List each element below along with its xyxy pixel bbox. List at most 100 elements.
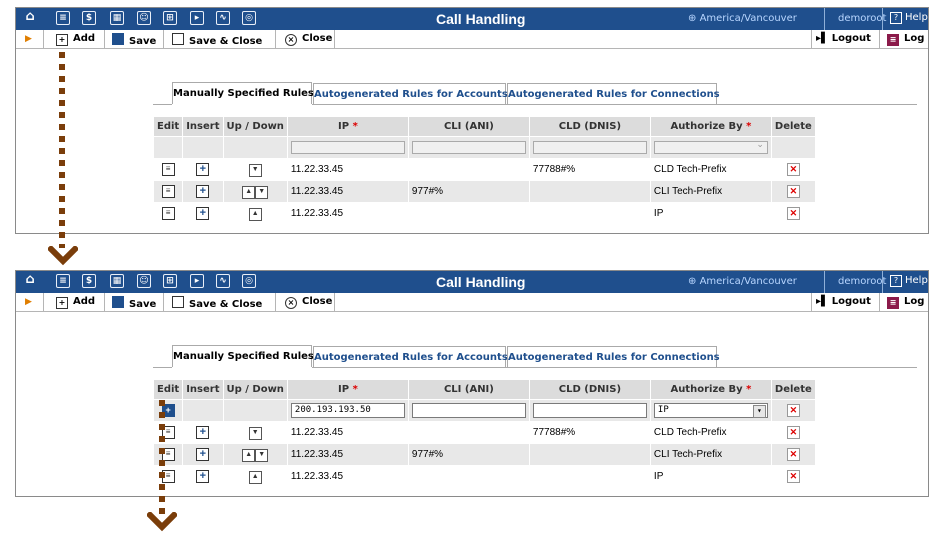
insert-icon[interactable]: + (196, 426, 210, 439)
save-button[interactable]: Save (112, 33, 156, 47)
insert-cell: + (182, 158, 224, 181)
delete-cell: ✕ (770, 158, 816, 181)
timezone-link[interactable]: ⊕ America/Vancouver (688, 13, 797, 24)
chart-icon[interactable]: ∿ (216, 274, 230, 288)
delete-icon[interactable]: ✕ (786, 426, 800, 439)
add-button[interactable]: + Add (56, 33, 95, 46)
save-close-button[interactable]: Save & Close (172, 296, 262, 310)
move-up-icon[interactable]: ▲ (242, 185, 256, 199)
logout-button[interactable]: ▸▌ Logout (816, 33, 871, 44)
log-button[interactable]: ≡ Log (887, 296, 924, 309)
timezone-link[interactable]: ⊕ America/Vancouver (688, 276, 797, 287)
tab-manual-rules[interactable]: Manually Specified Rules (172, 345, 314, 367)
toolbar-divider (275, 293, 276, 312)
insert-icon[interactable]: + (196, 163, 210, 176)
dollar-icon[interactable]: $ (82, 11, 96, 25)
delete-icon[interactable]: ✕ (786, 470, 800, 483)
authorize-select[interactable]: IP ▾ (653, 403, 768, 418)
grid-icon[interactable]: ▦ (110, 11, 124, 25)
cld-input[interactable] (532, 403, 647, 418)
ip-cell: 11.22.33.45 (286, 158, 409, 181)
tab-account-rules[interactable]: Autogenerated Rules for Accounts (313, 346, 508, 367)
list-icon[interactable]: ≡ (56, 11, 70, 25)
grid-icon[interactable]: ▦ (110, 274, 124, 288)
add-button[interactable]: + Add (56, 296, 95, 309)
cld-cell: 77788#% (528, 421, 651, 444)
insert-cell: + (182, 421, 224, 444)
move-up-icon[interactable]: ▲ (248, 470, 262, 484)
move-down-icon[interactable]: ▼ (248, 163, 262, 177)
save-close-button[interactable]: Save & Close (172, 33, 262, 47)
cld-cell (528, 443, 651, 466)
move-up-icon[interactable]: ▲ (242, 448, 256, 462)
insert-icon[interactable]: + (196, 470, 210, 483)
home-icon[interactable]: ⌂ (23, 10, 37, 25)
dollar-icon[interactable]: $ (82, 274, 96, 288)
save-button[interactable]: Save (112, 296, 156, 310)
delete-icon[interactable]: ✕ (786, 448, 800, 461)
close-button[interactable]: × Close (285, 33, 332, 46)
arrow-box-icon[interactable]: ▸ (190, 274, 204, 288)
topbar-divider (882, 8, 883, 30)
user-link[interactable]: demoroot (838, 13, 886, 24)
updown-cell: ▲ ▼ (222, 443, 288, 466)
move-down-icon[interactable]: ▼ (248, 426, 262, 440)
logout-icon: ▸▌ (816, 33, 829, 44)
help-link[interactable]: ? Help (890, 12, 928, 24)
log-icon: ≡ (887, 297, 899, 309)
ip-input[interactable]: 200.193.193.50 (290, 403, 405, 418)
auth-select-cell: IP ▾ (649, 399, 772, 422)
move-down-icon[interactable]: ▼ (255, 448, 269, 462)
help-link[interactable]: ? Help (890, 275, 928, 287)
tab-connection-rules[interactable]: Autogenerated Rules for Connections (507, 346, 720, 367)
delete-icon[interactable]: ✕ (786, 163, 800, 176)
insert-cell: + (182, 180, 224, 203)
insert-icon[interactable]: + (196, 185, 210, 198)
cli-cell (407, 158, 530, 181)
router-icon[interactable]: ⊞ (163, 274, 177, 288)
ip-column-header: IP * (286, 379, 409, 400)
person-icon[interactable]: ☺ (137, 274, 151, 288)
delete-icon[interactable]: ✕ (786, 404, 800, 417)
arrow-head-down-icon (48, 246, 78, 266)
edit-cell: ≡ (152, 443, 184, 466)
tab-underline (153, 367, 172, 368)
edit-icon[interactable]: ≡ (161, 185, 175, 198)
edit-cell: ≡ (152, 180, 184, 203)
cli-input[interactable] (411, 403, 526, 418)
chart-icon[interactable]: ∿ (216, 11, 230, 25)
search-icon[interactable]: ◎ (242, 11, 256, 25)
logout-icon: ▸▌ (816, 296, 829, 307)
edit-cell: + (152, 399, 184, 422)
empty-cell (222, 399, 288, 422)
log-button[interactable]: ≡ Log (887, 33, 924, 46)
edit-cell: ≡ (152, 202, 184, 225)
cld-input-disabled (532, 141, 647, 154)
delete-icon[interactable]: ✕ (786, 185, 800, 198)
user-link[interactable]: demoroot (838, 276, 886, 287)
move-up-icon[interactable]: ▲ (248, 207, 262, 221)
delete-icon[interactable]: ✕ (786, 207, 800, 220)
toolbar-divider (811, 293, 812, 312)
edit-cell: ≡ (152, 421, 184, 444)
insert-icon[interactable]: + (196, 207, 210, 220)
close-button[interactable]: × Close (285, 296, 332, 309)
edit-icon[interactable]: ≡ (161, 207, 175, 220)
cld-cell (528, 180, 651, 203)
delete-column-header: Delete (770, 379, 816, 400)
tab-account-rules[interactable]: Autogenerated Rules for Accounts (313, 83, 508, 104)
tab-connection-rules[interactable]: Autogenerated Rules for Connections (507, 83, 720, 104)
updown-cell: ▲ ▼ (222, 180, 288, 203)
search-icon[interactable]: ◎ (242, 274, 256, 288)
insert-icon[interactable]: + (196, 448, 210, 461)
move-down-icon[interactable]: ▼ (255, 185, 269, 199)
tab-manual-rules[interactable]: Manually Specified Rules (172, 82, 314, 104)
logout-button[interactable]: ▸▌ Logout (816, 296, 871, 307)
list-icon[interactable]: ≡ (56, 274, 70, 288)
person-icon[interactable]: ☺ (137, 11, 151, 25)
arrow-box-icon[interactable]: ▸ (190, 11, 204, 25)
call-handling-window-after: ⌂ ≡ $ ▦ ☺ ⊞ ▸ ∿ ◎ Call Handling ⊕ Americ… (15, 270, 929, 497)
router-icon[interactable]: ⊞ (163, 11, 177, 25)
home-icon[interactable]: ⌂ (23, 273, 37, 288)
edit-icon[interactable]: ≡ (161, 163, 175, 176)
